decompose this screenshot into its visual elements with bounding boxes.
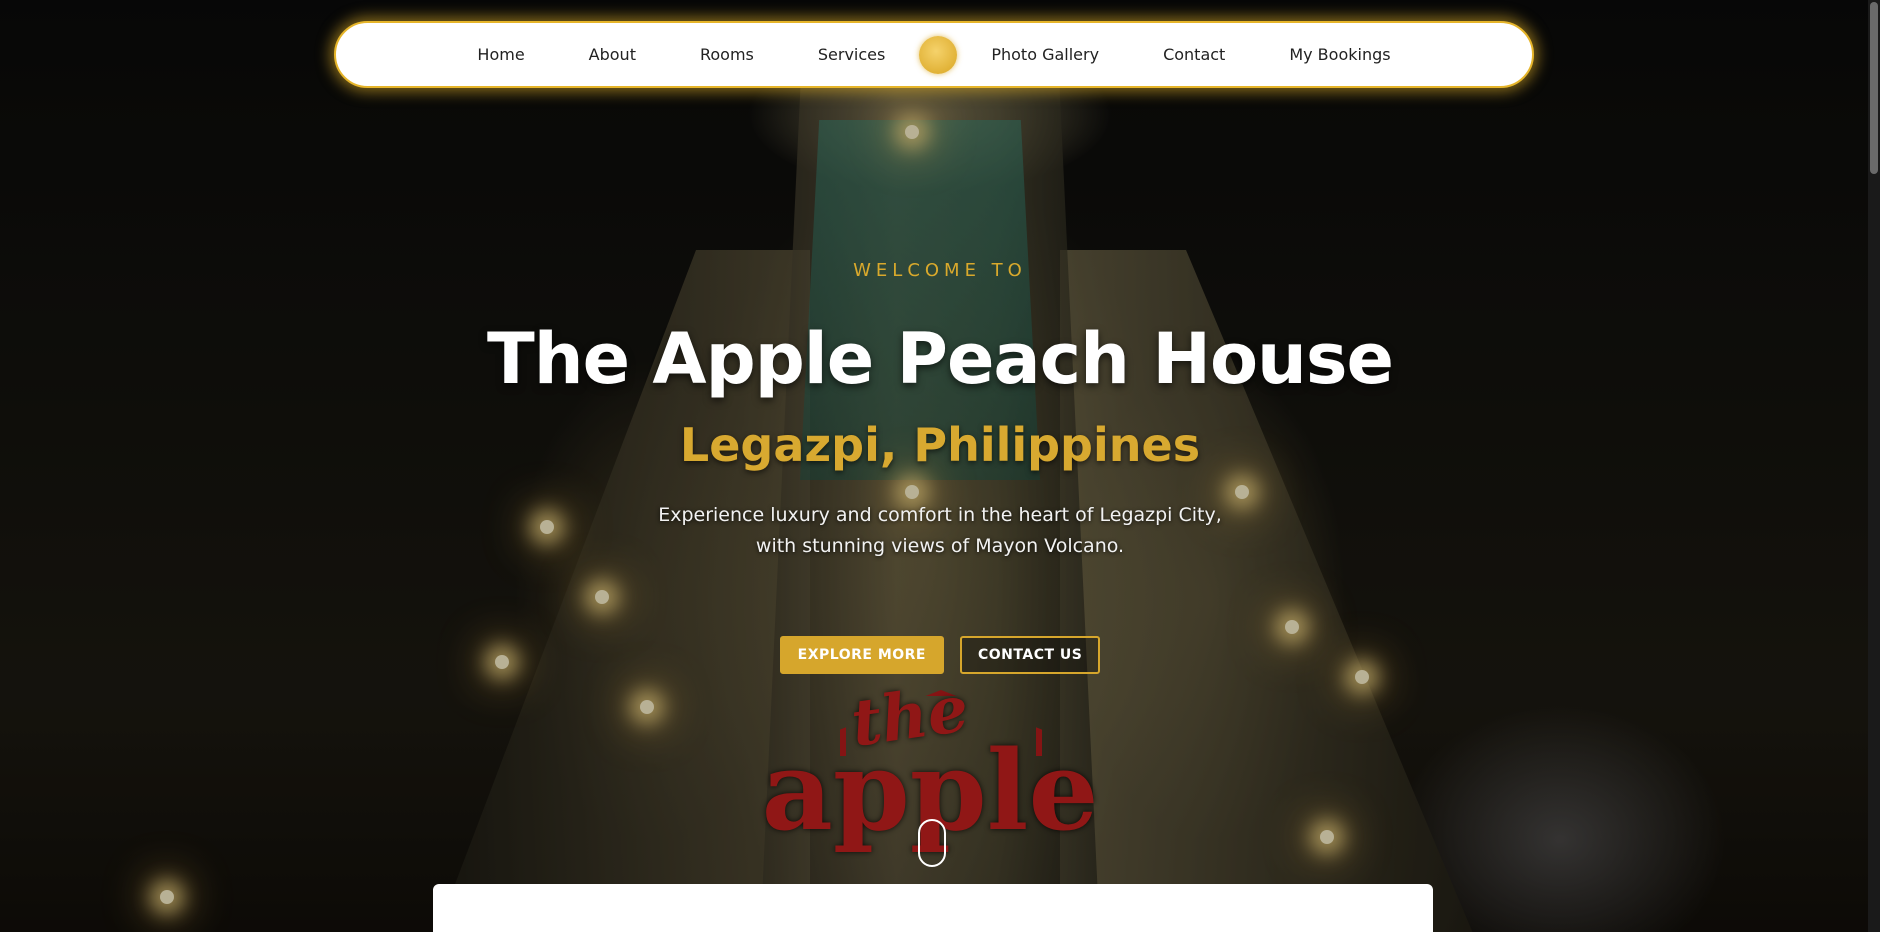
hero-title: The Apple Peach House xyxy=(486,318,1394,400)
booking-card xyxy=(433,884,1433,932)
hero-buttons: EXPLORE MORE CONTACT US xyxy=(0,636,1880,674)
hero-description-line2: with stunning views of Mayon Volcano. xyxy=(755,535,1125,557)
site-logo[interactable] xyxy=(919,35,958,74)
nav-my-bookings[interactable]: My Bookings xyxy=(1257,45,1422,64)
nav-photo-gallery[interactable]: Photo Gallery xyxy=(959,45,1131,64)
hero-description-line1: Experience luxury and comfort in the hea… xyxy=(658,504,1222,526)
page-scrollbar[interactable] xyxy=(1868,0,1880,932)
hero-description: Experience luxury and comfort in the hea… xyxy=(0,500,1880,562)
explore-more-button[interactable]: EXPLORE MORE xyxy=(779,636,944,674)
scrollbar-thumb[interactable] xyxy=(1870,2,1878,174)
main-navbar: Home About Rooms Services Photo Gallery … xyxy=(334,21,1534,88)
page: the apple Home About Rooms Services Phot… xyxy=(0,0,1880,932)
nav-contact[interactable]: Contact xyxy=(1131,45,1257,64)
hero-welcome-text: WELCOME TO xyxy=(853,260,1027,281)
nav-rooms[interactable]: Rooms xyxy=(668,45,786,64)
hero-subtitle: Legazpi, Philippines xyxy=(679,418,1201,472)
nav-about[interactable]: About xyxy=(557,45,668,64)
contact-us-button[interactable]: CONTACT US xyxy=(960,636,1101,674)
nav-home[interactable]: Home xyxy=(445,45,556,64)
nav-services[interactable]: Services xyxy=(786,45,917,64)
scroll-down-mouse-icon[interactable] xyxy=(918,819,946,867)
